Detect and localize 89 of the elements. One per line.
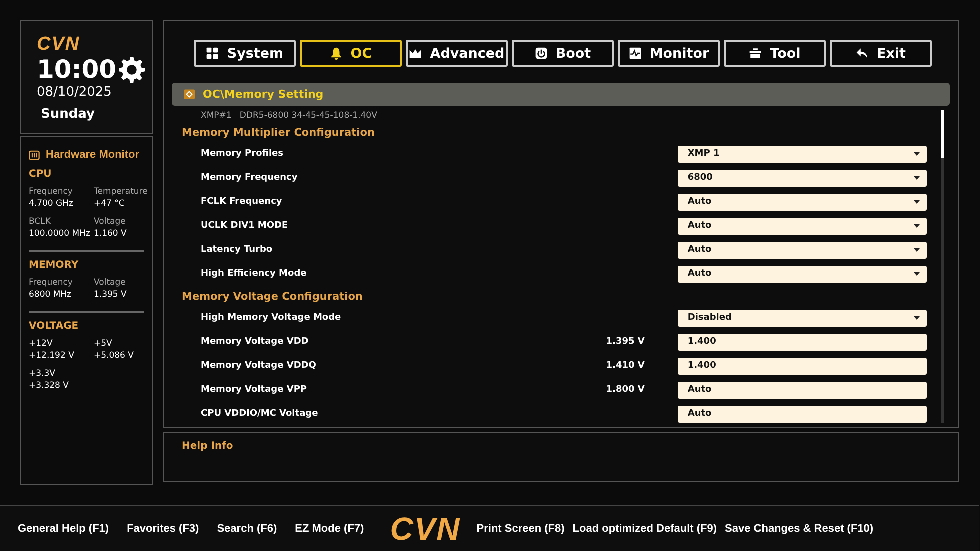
clock-weekday: Sunday (41, 107, 96, 122)
setting-label: Memory Frequency (200, 173, 299, 183)
section-heading: Memory Multiplier Configuration (182, 126, 376, 140)
hotkey-link[interactable]: Save Changes & Reset (F10) (725, 522, 874, 534)
setting-label: High Efficiency Mode (200, 269, 308, 279)
dropdown[interactable]: Auto (678, 194, 927, 210)
group-title: VOLTAGE (29, 321, 80, 332)
hotkey-link[interactable]: General Help (F1) (18, 522, 110, 534)
hotkey-link[interactable]: Favorites (F3) (127, 522, 200, 534)
tab[interactable]: Tool (724, 40, 826, 67)
brand-logo: CVN (390, 510, 461, 548)
metric-value: 1.160 V (94, 228, 128, 240)
metric-value: 100.0000 MHz (29, 228, 92, 240)
metric-label: BCLK (29, 216, 52, 228)
metric-value: +12.192 V (29, 350, 76, 362)
breadcrumb-text: OC\Memory Setting (203, 88, 324, 101)
metric-value: +47 °C (94, 198, 126, 210)
current-reading: 1.395 V (605, 337, 645, 347)
setting-label: Memory Voltage VDDQ (200, 361, 318, 371)
dropdown[interactable]: Disabled (678, 310, 927, 326)
tab[interactable]: Exit (830, 40, 932, 67)
metric-label: +12V (29, 338, 54, 350)
hotkey-link[interactable]: EZ Mode (F7) (295, 522, 364, 534)
dropdown[interactable]: Auto (678, 266, 927, 282)
group-title: MEMORY (29, 260, 80, 271)
metric-label: Voltage (94, 277, 127, 289)
metric-label: +3.3V (29, 368, 56, 380)
metric-label: Voltage (94, 216, 127, 228)
dropdown[interactable]: XMP 1 (678, 146, 927, 162)
bell-icon (330, 47, 343, 60)
setting-label: Latency Turbo (200, 245, 274, 255)
metric-value: 4.700 GHz (29, 198, 74, 210)
crown-icon (409, 47, 422, 60)
caret-icon (913, 314, 921, 322)
current-reading: 1.410 V (605, 361, 645, 371)
tab[interactable]: OC (300, 40, 402, 67)
hotkey-link[interactable]: Search (F6) (217, 522, 278, 534)
dropdown[interactable]: Auto (678, 242, 927, 258)
caret-icon (913, 174, 921, 182)
pulse-icon (628, 47, 642, 60)
grid-icon (206, 47, 220, 60)
profile-info: XMP#1 DDR5-6800 34-45-45-108-1.40V (201, 110, 378, 122)
tab[interactable]: System (194, 40, 296, 67)
setting-label: UCLK DIV1 MODE (200, 221, 290, 231)
clock-date: 08/10/2025 (37, 85, 113, 101)
clock-time: 10:00 (37, 55, 117, 85)
metric-value: +5.086 V (94, 350, 135, 362)
tab[interactable]: Boot (512, 40, 614, 67)
section-heading: Memory Voltage Configuration (182, 290, 364, 304)
caret-icon (913, 270, 921, 278)
metric-value: +3.328 V (29, 380, 70, 392)
caret-icon (913, 222, 921, 230)
settings-icon (118, 57, 145, 83)
caret-icon (913, 198, 921, 206)
metric-label: +5V (94, 338, 114, 350)
metric-label: Temperature (94, 186, 149, 198)
metric-label: Frequency (29, 186, 74, 198)
power-icon (534, 47, 548, 60)
tab[interactable]: Advanced (406, 40, 508, 67)
chip-icon (29, 150, 40, 160)
panel-title: Hardware Monitor (46, 149, 140, 161)
setting-label: Memory Profiles (200, 149, 284, 159)
dropdown[interactable]: 6800 (678, 170, 927, 186)
setting-label: Memory Voltage VDD (200, 337, 310, 347)
metric-label: Frequency (29, 277, 74, 289)
setting-label: High Memory Voltage Mode (200, 313, 342, 323)
help-title: Help Info (182, 441, 234, 452)
toolbox-icon (749, 47, 762, 60)
setting-label: Memory Voltage VPP (200, 385, 308, 395)
metric-value: 6800 MHz (29, 289, 73, 301)
dropdown[interactable]: Auto (678, 218, 927, 234)
setting-label: CPU VDDIO/MC Voltage (200, 409, 320, 419)
brand-logo: CVN (37, 35, 82, 55)
hotkey-link[interactable]: Load optimized Default (F9) (572, 522, 718, 534)
back-arrow-icon (856, 47, 869, 60)
metric-value: 1.395 V (94, 289, 128, 301)
input-field[interactable]: 1.400 (678, 358, 927, 374)
scrollbar-thumb (941, 110, 944, 158)
group-title: CPU (29, 169, 53, 180)
tab[interactable]: Monitor (618, 40, 720, 67)
input-field[interactable]: Auto (678, 406, 927, 422)
current-reading: 1.800 V (605, 385, 645, 395)
setting-label: FCLK Frequency (200, 197, 284, 207)
memory-icon (184, 89, 195, 100)
caret-icon (913, 246, 921, 254)
caret-icon (913, 150, 921, 158)
input-field[interactable]: 1.400 (678, 334, 927, 350)
hotkey-link[interactable]: Print Screen (F8) (476, 522, 565, 534)
input-field[interactable]: Auto (678, 382, 927, 398)
